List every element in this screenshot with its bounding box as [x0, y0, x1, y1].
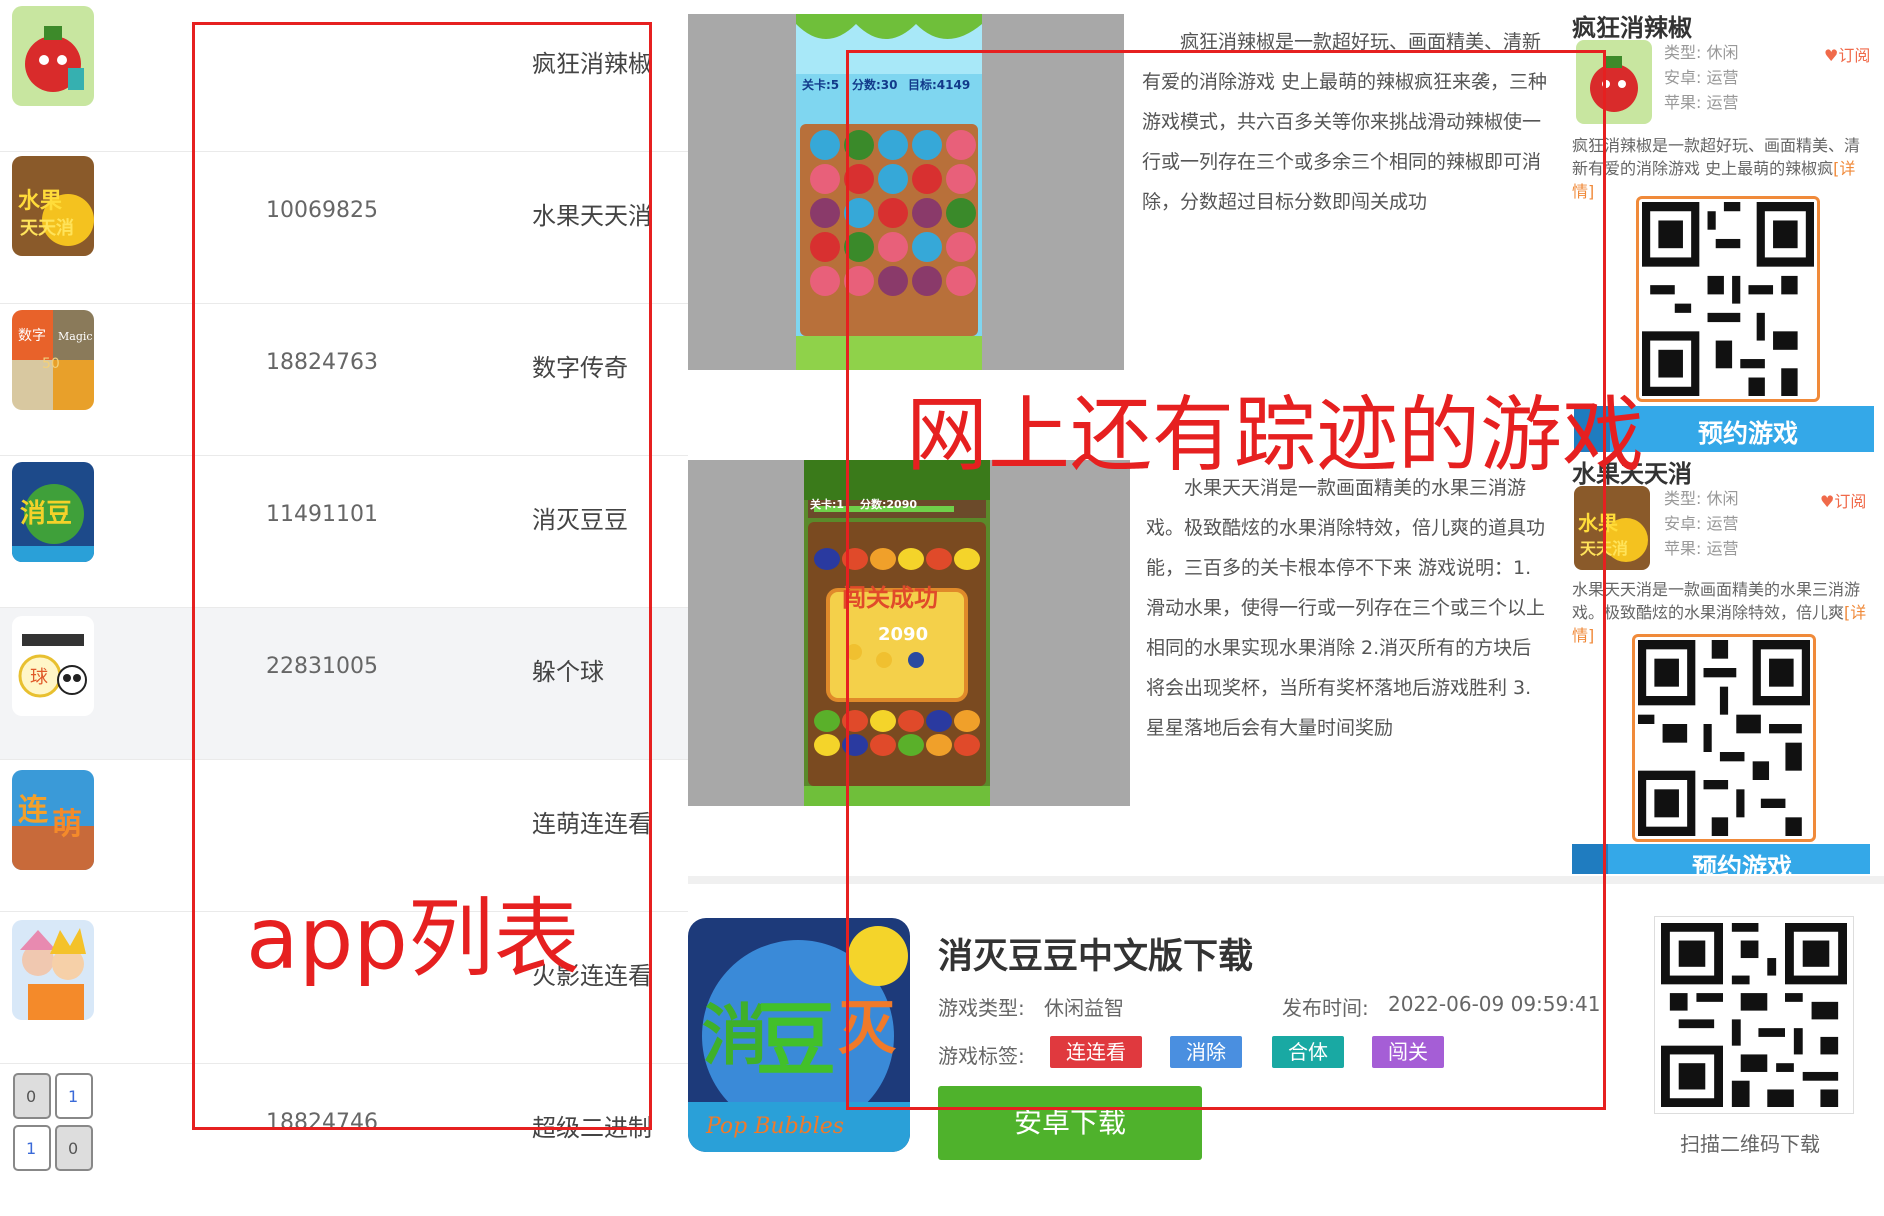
- meta-value: 休闲: [1706, 43, 1739, 62]
- svg-text:1: 1: [68, 1087, 78, 1106]
- sidebar-game-intro: 疯狂消辣椒是一款超好玩、画面精美、清新有爱的消除游戏 史上最萌的辣椒疯[详情]: [1572, 134, 1872, 203]
- icon-caption: Pop Bubbles: [706, 1114, 845, 1139]
- svg-text:1: 1: [26, 1139, 36, 1158]
- reserve-game-button[interactable]: 预约游戏: [1572, 844, 1870, 874]
- meta-value: 运营: [1706, 514, 1739, 533]
- svg-text:连: 连: [18, 793, 49, 828]
- svg-text:萌: 萌: [52, 807, 82, 842]
- intro-text: 疯狂消辣椒是一款超好玩、画面精美、清新有爱的消除游戏 史上最萌的辣椒疯: [1572, 136, 1861, 178]
- annotation-box-online-games: [846, 50, 1606, 1110]
- naruto-icon[interactable]: [12, 920, 94, 1020]
- qr-code: [1632, 634, 1816, 842]
- bean-game-icon[interactable]: 消豆: [12, 462, 94, 562]
- meta-label: 安卓:: [1664, 514, 1702, 533]
- svg-text:0: 0: [26, 1087, 36, 1106]
- meta-label: 苹果:: [1664, 539, 1702, 558]
- subscribe-button[interactable]: ♥订阅: [1824, 42, 1870, 66]
- sidebar-game-meta: 类型: 休闲 安卓: 运营 苹果: 运营: [1664, 486, 1739, 561]
- intro-text: 水果天天消是一款画面精美的水果三消游戏。极致酷炫的水果消除特效，倍儿爽: [1572, 580, 1861, 622]
- meta-label: 类型:: [1664, 489, 1702, 508]
- annotation-label-online-games: 网上还有踪迹的游戏: [906, 388, 1645, 483]
- meta-label: 类型:: [1664, 43, 1702, 62]
- lianmeng-icon[interactable]: 连萌: [12, 770, 94, 870]
- meta-label: 安卓:: [1664, 68, 1702, 87]
- svg-text:水果: 水果: [18, 189, 62, 214]
- sidebar-game-meta: 类型: 休闲 安卓: 运营 苹果: 运营: [1664, 40, 1739, 115]
- level-label: 关卡:1: [810, 498, 845, 511]
- panda-ball-icon[interactable]: 球: [12, 616, 94, 716]
- svg-text:Magic: Magic: [58, 330, 93, 343]
- meta-value: 运营: [1706, 68, 1739, 87]
- reserve-label[interactable]: 预约游戏: [1698, 414, 1798, 450]
- svg-text:球: 球: [30, 667, 48, 688]
- qr-code: [1636, 196, 1820, 402]
- subscribe-button[interactable]: ♥订阅: [1820, 488, 1866, 512]
- svg-text:0: 0: [68, 1139, 78, 1158]
- reserve-label[interactable]: 预约游戏: [1692, 848, 1792, 874]
- meta-label: 苹果:: [1664, 93, 1702, 112]
- fruit-game-icon[interactable]: 水果 天天消: [12, 156, 94, 256]
- level-label: 关卡:5: [802, 78, 840, 92]
- qr-caption: 扫描二维码下载: [1680, 1132, 1820, 1156]
- meta-value: 运营: [1706, 539, 1739, 558]
- sidebar-game-title[interactable]: 疯狂消辣椒: [1572, 8, 1692, 43]
- svg-text:天天消: 天天消: [20, 217, 74, 239]
- sidebar-game-card-2: 水果天天消 水果 天天消 类型: 休闲 安卓: 运营 苹果: 运营 ♥订阅 水果天…: [1568, 454, 1878, 874]
- svg-text:豆: 豆: [756, 994, 836, 1087]
- meta-value: 休闲: [1706, 489, 1739, 508]
- annotation-label-app-list: app列表: [246, 889, 580, 989]
- svg-text:数字: 数字: [18, 328, 46, 344]
- number-legend-icon[interactable]: 数字 Magic 50: [12, 310, 94, 410]
- meta-value: 运营: [1706, 93, 1739, 112]
- svg-text:消豆: 消豆: [20, 499, 72, 529]
- download-qr-code: [1654, 916, 1854, 1114]
- red-pepper-game-icon[interactable]: [12, 6, 94, 106]
- binary-game-icon[interactable]: 0 1 1 0: [12, 1072, 94, 1172]
- svg-text:50: 50: [42, 356, 60, 372]
